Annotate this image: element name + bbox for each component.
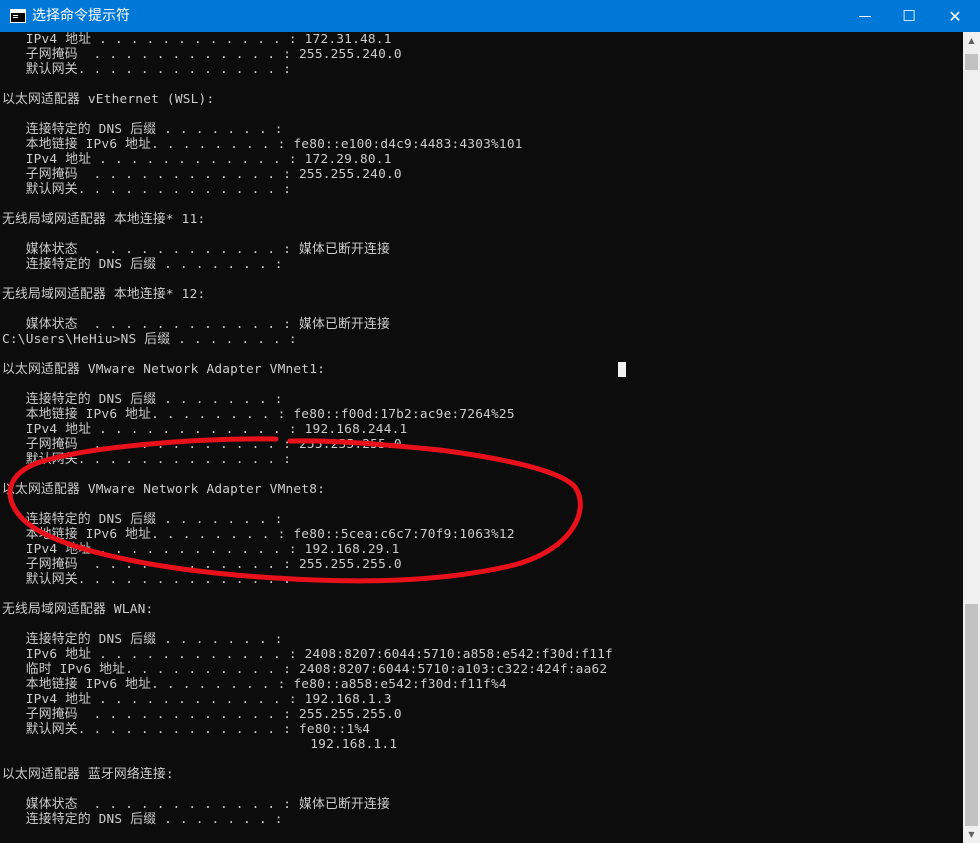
console-line: 子网掩码 . . . . . . . . . . . . : 255.255.2… — [2, 47, 402, 62]
console-line: 无线局域网适配器 本地连接* 11: — [2, 212, 206, 227]
title-bar[interactable]: 选择命令提示符 — ☐ ✕ — [0, 0, 980, 32]
text-cursor — [618, 362, 626, 377]
console-line: 以太网适配器 蓝牙网络连接: — [2, 767, 174, 782]
console-line: 子网掩码 . . . . . . . . . . . . : 255.255.2… — [2, 167, 402, 182]
window-title: 选择命令提示符 — [32, 8, 130, 24]
console-line: 以太网适配器 VMware Network Adapter VMnet1: — [2, 362, 326, 377]
console-line: 连接特定的 DNS 后缀 . . . . . . . : — [2, 512, 283, 527]
console-line: 本地链接 IPv6 地址. . . . . . . . : fe80::a858… — [2, 677, 507, 692]
scroll-thumb[interactable] — [965, 604, 978, 826]
console-line: 默认网关. . . . . . . . . . . . . : fe80::1%… — [2, 722, 371, 737]
console-line: 本地链接 IPv6 地址. . . . . . . . : fe80::e100… — [2, 137, 523, 152]
console-line: 子网掩码 . . . . . . . . . . . . : 255.255.2… — [2, 437, 402, 452]
console-line: IPv4 地址 . . . . . . . . . . . . : 192.16… — [2, 692, 392, 707]
console-line: 默认网关. . . . . . . . . . . . . : — [2, 182, 292, 197]
console-line: 默认网关. . . . . . . . . . . . . : — [2, 572, 292, 587]
console-line: 连接特定的 DNS 后缀 . . . . . . . : — [2, 812, 283, 827]
console-line: 媒体状态 . . . . . . . . . . . . : 媒体已断开连接 — [2, 317, 391, 332]
console-line: 临时 IPv6 地址. . . . . . . . . . : 2408:820… — [2, 662, 608, 677]
console-line: IPv6 地址 . . . . . . . . . . . . : 2408:8… — [2, 647, 613, 662]
console-line: IPv4 地址 . . . . . . . . . . . . : 172.29… — [2, 152, 392, 167]
console-line: 192.168.1.1 — [2, 737, 398, 752]
console-line: 媒体状态 . . . . . . . . . . . . : 媒体已断开连接 — [2, 797, 391, 812]
console-line: 连接特定的 DNS 后缀 . . . . . . . : — [2, 122, 283, 137]
console-line: 连接特定的 DNS 后缀 . . . . . . . : — [2, 632, 283, 647]
console-line: 子网掩码 . . . . . . . . . . . . : 255.255.2… — [2, 707, 402, 722]
console-line: 连接特定的 DNS 后缀 . . . . . . . : — [2, 257, 283, 272]
console-line: 子网掩码 . . . . . . . . . . . . : 255.255.2… — [2, 557, 402, 572]
console-line: 本地链接 IPv6 地址. . . . . . . . : fe80::5cea… — [2, 527, 515, 542]
console-line: 默认网关. . . . . . . . . . . . . : — [2, 62, 292, 77]
scroll-up-button[interactable]: ▲ — [963, 32, 980, 49]
console-line: 以太网适配器 vEthernet (WSL): — [2, 92, 215, 107]
console-line: IPv4 地址 . . . . . . . . . . . . : 172.31… — [2, 32, 392, 47]
console-line: 默认网关. . . . . . . . . . . . . : — [2, 452, 292, 467]
console-line: 本地链接 IPv6 地址. . . . . . . . : fe80::f00d… — [2, 407, 515, 422]
minimize-button[interactable]: — — [842, 0, 888, 32]
console-line: 连接特定的 DNS 后缀 . . . . . . . : — [2, 392, 283, 407]
console-line: 无线局域网适配器 WLAN: — [2, 602, 154, 617]
console-line: IPv4 地址 . . . . . . . . . . . . : 192.16… — [2, 422, 408, 437]
scroll-thumb-indicator[interactable] — [965, 54, 978, 70]
console-line: 无线局域网适配器 本地连接* 12: — [2, 287, 206, 302]
terminal-icon — [10, 9, 26, 23]
console-line: 以太网适配器 VMware Network Adapter VMnet8: — [2, 482, 326, 497]
scroll-down-button[interactable]: ▼ — [963, 826, 980, 843]
close-button[interactable]: ✕ — [932, 0, 978, 32]
vertical-scrollbar[interactable]: ▲ ▼ — [963, 32, 980, 843]
console-line: 媒体状态 . . . . . . . . . . . . : 媒体已断开连接 — [2, 242, 391, 257]
console-output[interactable]: IPv4 地址 . . . . . . . . . . . . : 172.31… — [0, 32, 963, 843]
maximize-button[interactable]: ☐ — [886, 0, 932, 32]
console-line: IPv4 地址 . . . . . . . . . . . . : 192.16… — [2, 542, 400, 557]
console-line: C:\Users\HeHiu>NS 后缀 . . . . . . . : — [2, 332, 297, 347]
